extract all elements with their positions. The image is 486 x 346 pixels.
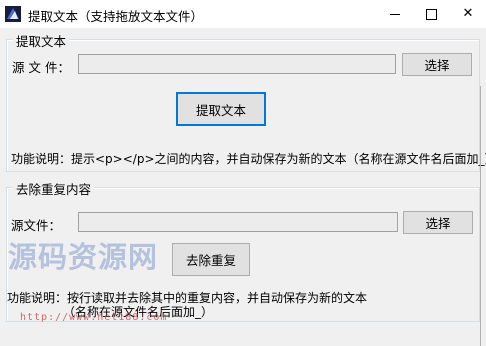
extract-description: 功能说明：提示<p></p>之间的内容，并自动保存为新的文本（名称在源文件名后面… [11,152,486,166]
extract-text-button[interactable]: 提取文本 [176,92,266,126]
dedupe-source-field[interactable] [78,212,398,232]
extract-group-title: 提取文本 [13,31,70,50]
maximize-icon [426,9,437,20]
client-area: 提取文本 源 文 件： 选择 提取文本 功能说明：提示<p></p>之间的内容，… [0,28,486,346]
window-edge [480,86,486,346]
minimize-icon [390,14,400,15]
close-icon: ✕ [462,6,474,21]
minimize-button[interactable] [377,0,413,28]
dedupe-browse-button[interactable]: 选择 [403,211,473,234]
window-title: 提取文本（支持拖放文本文件） [28,9,204,24]
close-button[interactable]: ✕ [450,0,486,28]
dedupe-source-label: 源文件： [11,218,62,233]
maximize-button[interactable] [413,0,449,28]
watermark-text: 源码资源网 [8,240,159,274]
title-bar: 提取文本（支持拖放文本文件） ✕ [0,0,486,28]
extract-group: 提取文本 源 文 件： 选择 提取文本 功能说明：提示<p></p>之间的内容，… [6,31,486,172]
app-icon [5,6,21,22]
remove-duplicates-button[interactable]: 去除重复 [172,243,250,276]
extract-browse-button[interactable]: 选择 [402,53,472,76]
watermark-url: http://www.net188.com [20,312,168,323]
extract-source-label: 源 文 件： [12,60,70,75]
extract-source-field[interactable] [78,54,396,74]
dedupe-group-title: 去除重复内容 [13,179,95,198]
